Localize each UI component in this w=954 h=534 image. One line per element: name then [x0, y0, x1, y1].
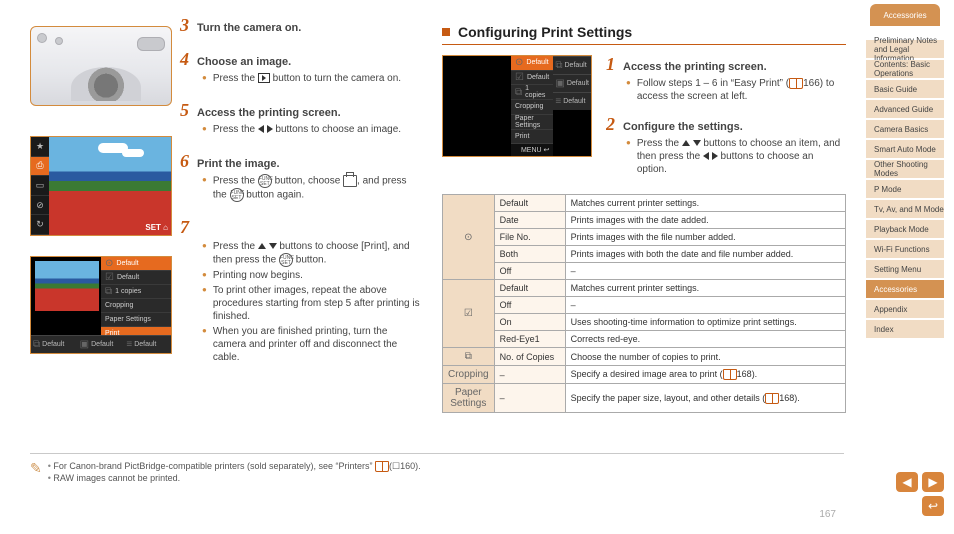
- playback-screen: ★ ⎙ ▭ ⊘ ↻ SET ⌂: [30, 136, 172, 236]
- options-table: ⊙DefaultMatches current printer settings…: [442, 194, 846, 413]
- book-icon: [375, 461, 389, 472]
- step-number: 2: [606, 115, 615, 133]
- down-arrow-icon: [693, 140, 701, 146]
- footnote-text: RAW images cannot be printed.: [48, 473, 844, 483]
- section-marker-icon: [442, 28, 450, 36]
- category-tab[interactable]: P Mode: [866, 180, 954, 198]
- footnote-link[interactable]: (☐160).: [389, 461, 421, 471]
- category-tab[interactable]: Tv, Av, and M Mode: [866, 200, 954, 218]
- category-tab[interactable]: Preliminary Notes and Legal Information: [866, 40, 954, 58]
- active-category-label: Accessories: [870, 4, 940, 26]
- category-tab[interactable]: Wi-Fi Functions: [866, 240, 954, 258]
- right-arrow-icon: [267, 125, 273, 133]
- category-tab[interactable]: Camera Basics: [866, 120, 954, 138]
- print-settings-screen-2: ⊙Default☑Default⧉1 copiesCroppingPaper S…: [442, 55, 592, 157]
- down-arrow-icon: [269, 243, 277, 249]
- func-set-icon: FUNCSET: [230, 188, 244, 202]
- category-tab[interactable]: Contents: Basic Operations: [866, 60, 954, 78]
- section-title: Configuring Print Settings: [458, 24, 632, 40]
- step-number: 4: [180, 50, 189, 68]
- footnote-text: For Canon-brand PictBridge-compatible pr…: [53, 461, 372, 471]
- step-heading: Access the printing screen.: [623, 61, 767, 73]
- up-arrow-icon: [258, 243, 266, 249]
- sidebar-book-icon: ▭: [31, 176, 49, 196]
- step-heading: Configure the settings.: [623, 121, 743, 133]
- category-tab[interactable]: Appendix: [866, 300, 954, 318]
- step-text: Follow steps 1 – 6 in “Easy Print” (: [637, 78, 789, 89]
- category-tab[interactable]: Other Shooting Modes: [866, 160, 954, 178]
- category-tab[interactable]: Accessories: [866, 280, 954, 298]
- page-number: 167: [819, 509, 836, 520]
- category-tab[interactable]: Basic Guide: [866, 80, 954, 98]
- left-arrow-icon: [258, 125, 264, 133]
- sidebar-print-icon: ⎙: [31, 157, 49, 177]
- category-tab[interactable]: Smart Auto Mode: [866, 140, 954, 158]
- category-tab[interactable]: Index: [866, 320, 954, 338]
- sidebar-rotate-icon: ↻: [31, 215, 49, 235]
- step-heading: Print the image.: [197, 158, 280, 170]
- step-number: 5: [180, 101, 189, 119]
- book-icon: [789, 78, 803, 89]
- camera-illustration: [30, 26, 172, 106]
- step-number: 1: [606, 55, 615, 73]
- prev-page-button[interactable]: ◀: [896, 472, 918, 492]
- set-label: SET ⌂: [145, 223, 168, 232]
- step-number: 3: [180, 16, 189, 34]
- func-set-icon: FUNCSET: [258, 174, 272, 188]
- step-number: 7: [180, 218, 189, 236]
- category-tab[interactable]: Advanced Guide: [866, 100, 954, 118]
- print-settings-screen-1: ⊙Default☑Default⧉1 copiesCroppingPaper S…: [30, 256, 172, 354]
- step-heading: Turn the camera on.: [197, 22, 301, 34]
- play-icon: [258, 73, 270, 83]
- category-tab[interactable]: Setting Menu: [866, 260, 954, 278]
- steps-left: 3 Turn the camera on. 4 Choose an image. P…: [180, 16, 420, 380]
- step-number: 6: [180, 152, 189, 170]
- up-arrow-icon: [682, 140, 690, 146]
- sidebar-fav-icon: ★: [31, 137, 49, 157]
- next-page-button[interactable]: ▶: [922, 472, 944, 492]
- return-button[interactable]: ↩: [922, 496, 944, 516]
- pencil-icon: ✎: [30, 460, 42, 484]
- step-heading: Access the printing screen.: [197, 107, 341, 119]
- step-heading: Choose an image.: [197, 56, 291, 68]
- category-tab[interactable]: Playback Mode: [866, 220, 954, 238]
- func-set-icon: FUNCSET: [279, 253, 293, 267]
- section-header: Configuring Print Settings: [442, 24, 846, 45]
- printer-icon: [343, 175, 357, 187]
- left-arrow-icon: [703, 152, 709, 160]
- step-text: Press the: [637, 138, 682, 149]
- sidebar-protect-icon: ⊘: [31, 196, 49, 216]
- footnote: ✎ For Canon-brand PictBridge-compatible …: [30, 453, 844, 484]
